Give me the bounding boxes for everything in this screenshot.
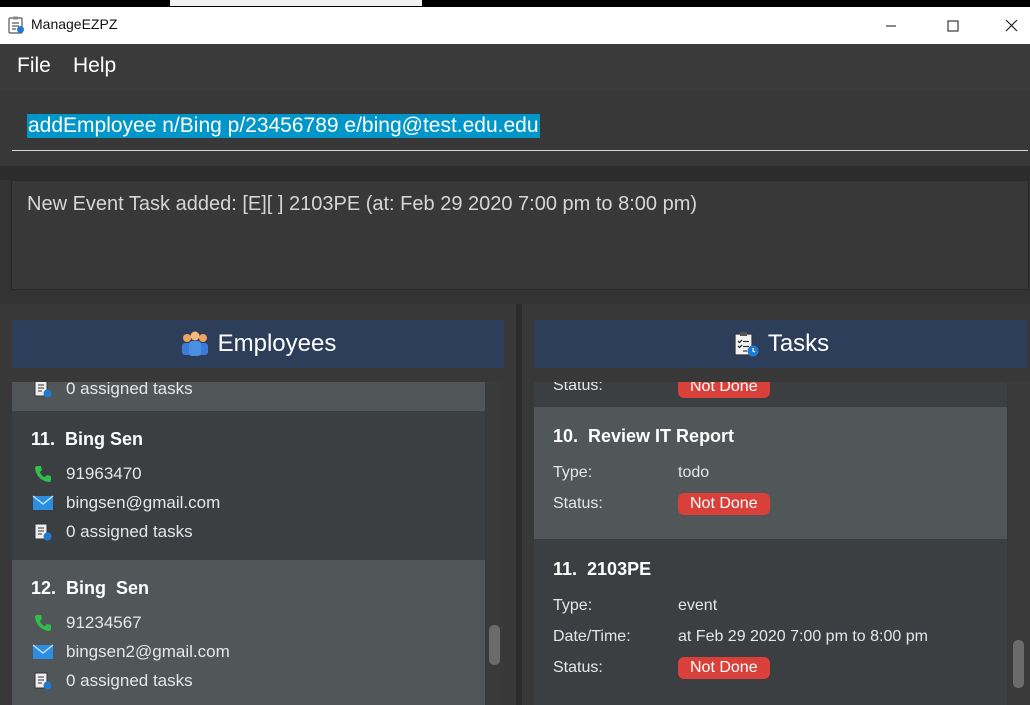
tasks-panel: Tasks Status: Not Done 10. Review IT Rep… — [522, 304, 1030, 705]
maximize-icon — [947, 20, 959, 31]
employee-email-text: bingsen@gmail.com — [66, 493, 221, 512]
employee-email-text: bingsen2@gmail.com — [66, 642, 230, 661]
task-card[interactable]: 10. Review IT Report Type: todo Status: … — [534, 407, 1007, 539]
employee-tasks: 0 assigned tasks — [32, 521, 193, 543]
task-status-label: Status: — [553, 382, 603, 394]
employee-tasks: 0 assigned tasks — [32, 382, 193, 400]
employee-phone-text: 91963470 — [66, 464, 142, 483]
tasks-title: Tasks — [767, 330, 830, 357]
top-screen-strip — [0, 0, 1030, 7]
employee-tasks-text: 0 assigned tasks — [66, 522, 193, 541]
minimize-icon — [886, 25, 896, 26]
email-icon — [32, 641, 54, 663]
clipboard-clock-icon — [734, 332, 759, 357]
window-title: ManageEZPZ — [31, 16, 118, 32]
command-input-text[interactable]: addEmployee n/Bing p/23456789 e/bing@tes… — [27, 114, 540, 138]
command-input[interactable]: addEmployee n/Bing p/23456789 e/bing@tes… — [12, 104, 1028, 151]
employee-name: 12. Bing Sen — [31, 578, 150, 598]
employee-tasks-text: 0 assigned tasks — [66, 382, 193, 398]
email-icon — [32, 492, 54, 514]
list-panels: Employees 0 assigned tasks 11. Bing Sen … — [0, 304, 1030, 705]
background-window-fragment — [170, 0, 422, 6]
employees-header: Employees — [12, 320, 504, 368]
employees-panel: Employees 0 assigned tasks 11. Bing Sen … — [0, 304, 516, 705]
people-icon — [181, 331, 208, 356]
employee-phone: 91234567 — [32, 612, 142, 634]
task-datetime-label: Date/Time: — [553, 628, 631, 645]
task-list-icon — [32, 382, 54, 400]
employee-tasks-text: 0 assigned tasks — [66, 671, 193, 690]
task-list-icon — [32, 670, 54, 692]
task-status-label: Status: — [553, 659, 603, 676]
result-message: New Event Task added: [E][ ] 2103PE (at:… — [27, 193, 698, 215]
close-button[interactable] — [988, 7, 1030, 44]
task-list-icon — [8, 16, 24, 34]
employee-list[interactable]: 0 assigned tasks 11. Bing Sen 91963470 b… — [12, 382, 485, 705]
command-area: addEmployee n/Bing p/23456789 e/bing@tes… — [0, 90, 1030, 166]
result-display: New Event Task added: [E][ ] 2103PE (at:… — [11, 180, 1029, 290]
task-status-label: Status: — [553, 495, 603, 512]
task-type: event — [678, 597, 718, 614]
result-area: New Event Task added: [E][ ] 2103PE (at:… — [0, 180, 1030, 304]
menu-file[interactable]: File — [17, 54, 51, 78]
tasks-header: Tasks — [534, 320, 1027, 368]
task-type: todo — [678, 464, 710, 481]
status-badge: Not Done — [678, 657, 770, 679]
task-name: 11. 2103PE — [553, 559, 652, 579]
task-scrollbar[interactable] — [1008, 382, 1030, 705]
employee-card[interactable]: 12. Bing Sen 91234567 bingsen2@gmail.com — [12, 560, 485, 705]
employee-card[interactable]: 11. Bing Sen 91963470 bingsen@gmail.com — [12, 411, 485, 560]
status-badge: Not Done — [678, 493, 770, 515]
task-type-label: Type: — [553, 464, 593, 481]
divider — [0, 166, 1030, 180]
employee-phone-text: 91234567 — [66, 613, 142, 632]
employees-title: Employees — [217, 330, 337, 357]
employee-email: bingsen@gmail.com — [32, 492, 220, 514]
employee-email: bingsen2@gmail.com — [32, 641, 230, 663]
phone-icon — [32, 612, 54, 634]
task-type-label: Type: — [553, 597, 593, 614]
employee-card[interactable]: 0 assigned tasks — [12, 382, 485, 411]
task-card[interactable]: 11. 2103PE Type: event Date/Time: at Feb… — [534, 539, 1007, 705]
close-icon — [1005, 19, 1017, 32]
maximize-button[interactable] — [930, 7, 976, 44]
menu-bar: File Help — [0, 44, 1030, 90]
phone-icon — [32, 463, 54, 485]
task-scroll-thumb[interactable] — [1013, 640, 1024, 688]
task-card[interactable]: Status: Not Done — [534, 382, 1007, 407]
task-list-icon — [32, 521, 54, 543]
minimize-button[interactable] — [868, 7, 914, 44]
employee-phone: 91963470 — [32, 463, 142, 485]
task-list[interactable]: Status: Not Done 10. Review IT Report Ty… — [534, 382, 1007, 705]
window-titlebar: ManageEZPZ — [0, 7, 1030, 44]
status-badge: Not Done — [678, 382, 770, 398]
task-datetime: at Feb 29 2020 7:00 pm to 8:00 pm — [678, 628, 928, 645]
employee-scroll-thumb[interactable] — [489, 625, 500, 665]
employee-scrollbar[interactable] — [486, 382, 502, 705]
task-name: 10. Review IT Report — [553, 426, 735, 446]
menu-help[interactable]: Help — [73, 54, 116, 78]
employee-name: 11. Bing Sen — [31, 429, 144, 449]
employee-tasks: 0 assigned tasks — [32, 670, 193, 692]
